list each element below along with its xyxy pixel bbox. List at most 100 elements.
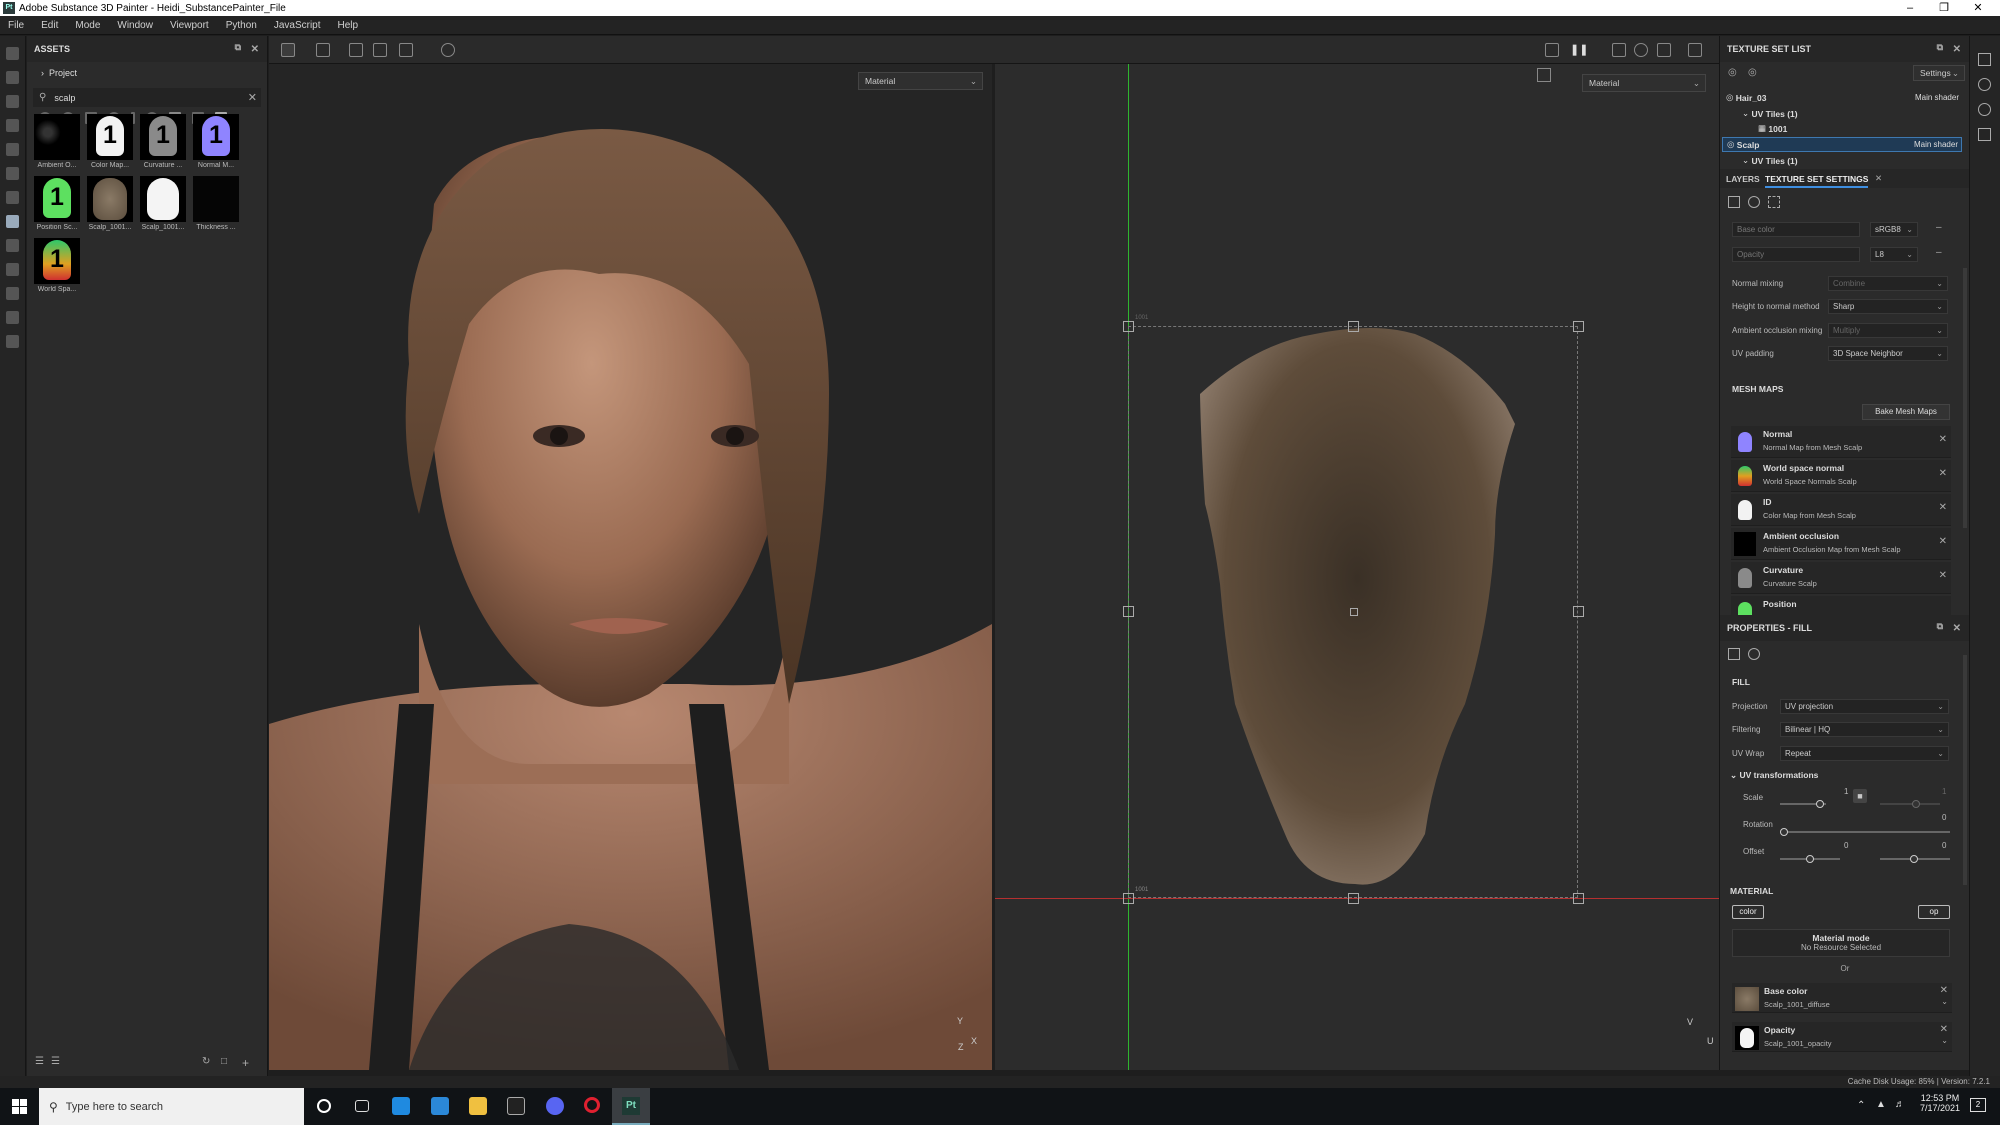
uv-wrap-select[interactable]: Repeat ⌄ xyxy=(1780,746,1949,761)
lock-icon[interactable]: ■ xyxy=(1853,789,1867,803)
folder-icon[interactable]: □ xyxy=(221,1056,227,1067)
clone-icon[interactable] xyxy=(6,167,19,180)
uv-transformations-toggle[interactable]: ⌄ UV transformations xyxy=(1730,770,1818,781)
opacity-channel-toggle[interactable]: op xyxy=(1918,905,1950,919)
mail-icon[interactable] xyxy=(431,1097,449,1115)
menu-viewport[interactable]: Viewport xyxy=(170,20,209,31)
channel-base-color[interactable]: Base color xyxy=(1732,222,1860,237)
channel-format-select[interactable]: sRGB8 ⌄ xyxy=(1870,222,1918,237)
history-icon[interactable] xyxy=(1978,103,1991,116)
eye-icon[interactable]: ◎ xyxy=(1726,92,1736,103)
asset-ambient-occlusion[interactable]: Ambient O... xyxy=(34,114,80,174)
list-view-icon[interactable]: ☰ xyxy=(35,1056,44,1067)
symmetry-x-icon[interactable] xyxy=(349,43,363,57)
material-base-color[interactable]: Base color Scalp_1001_diffuse ✕ ⌄ xyxy=(1732,983,1952,1013)
tab-texture-set-settings[interactable]: TEXTURE SET SETTINGS xyxy=(1765,174,1869,188)
volume-icon[interactable]: ♬ xyxy=(1895,1099,1905,1110)
clock[interactable]: 12:53 PM 7/17/2021 xyxy=(1914,1093,1966,1113)
gizmo-handle-bc[interactable] xyxy=(1348,893,1359,904)
clear-search-icon[interactable]: ✕ xyxy=(248,91,257,104)
fill-settings-icon[interactable] xyxy=(1728,648,1740,660)
single-view-icon[interactable] xyxy=(281,43,295,57)
chevron-down-icon[interactable]: ⌄ xyxy=(1941,1036,1948,1045)
paint-brush-icon[interactable] xyxy=(6,47,19,60)
close-window-button[interactable]: ✕ xyxy=(1961,0,1995,16)
remove-resource-icon[interactable]: ✕ xyxy=(1940,1024,1948,1035)
refresh-icon[interactable]: ↻ xyxy=(202,1056,210,1067)
gizmo-handle-tc[interactable] xyxy=(1348,321,1359,332)
notification-icon[interactable]: 2 xyxy=(1970,1098,1986,1112)
pycharm-icon[interactable] xyxy=(507,1097,525,1115)
ao-mixing-select[interactable]: Multiply ⌄ xyxy=(1828,323,1948,338)
asset-color-map[interactable]: 1 Color Map... xyxy=(87,114,133,174)
menu-javascript[interactable]: JavaScript xyxy=(274,20,321,31)
texture-set-hair[interactable]: ◎ Hair_03 Main shader xyxy=(1726,90,1962,105)
mesh-map-id[interactable]: ID Color Map from Mesh Scalp ✕ xyxy=(1731,494,1951,526)
viewport-2d-material-select[interactable]: Material ⌄ xyxy=(1582,74,1706,92)
mesh-map-curvature[interactable]: Curvature Curvature Scalp ✕ xyxy=(1731,562,1951,594)
symmetry-y-icon[interactable] xyxy=(373,43,387,57)
offset-slider-2[interactable] xyxy=(1880,855,1950,863)
gizmo-handle-center[interactable] xyxy=(1350,608,1358,616)
asset-curvature[interactable]: 1 Curvature ... xyxy=(140,114,186,174)
texture-set-scalp[interactable]: ◎ Scalp Main shader xyxy=(1722,137,1962,152)
projection-icon[interactable] xyxy=(6,95,19,108)
normal-map-icon[interactable] xyxy=(1748,196,1760,208)
geometry-mask-icon[interactable] xyxy=(6,119,19,132)
mesh-map-position[interactable]: Position xyxy=(1731,596,1951,615)
shelf-icon[interactable] xyxy=(6,239,19,252)
height-to-normal-select[interactable]: Sharp ⌄ xyxy=(1828,299,1948,314)
camera-icon[interactable] xyxy=(1657,43,1671,57)
close-panel-icon[interactable]: ✕ xyxy=(251,44,259,55)
menu-mode[interactable]: Mode xyxy=(75,20,100,31)
log-icon[interactable] xyxy=(6,335,19,348)
gizmo-handle-ml[interactable] xyxy=(1123,606,1134,617)
gizmo-handle-tr[interactable] xyxy=(1573,321,1584,332)
material-icon[interactable] xyxy=(1748,648,1760,660)
scrollbar[interactable] xyxy=(1963,268,1967,528)
tab-layers[interactable]: LAYERS xyxy=(1726,174,1760,184)
remove-map-icon[interactable]: ✕ xyxy=(1939,468,1947,479)
uv-tiles-node[interactable]: ⌄ UV Tiles (1) xyxy=(1742,153,1798,168)
uv-settings-icon[interactable] xyxy=(1768,196,1780,208)
shader-label[interactable]: Main shader xyxy=(1914,140,1958,149)
shader-settings-icon[interactable] xyxy=(6,287,19,300)
render-icon[interactable] xyxy=(1634,43,1648,57)
mesh-map-world-space-normal[interactable]: World space normal World Space Normals S… xyxy=(1731,460,1951,492)
uv-tile-row[interactable]: ▦ 1001 xyxy=(1758,121,1787,136)
slider-knob[interactable] xyxy=(1910,855,1918,863)
mesh-map-ambient-occlusion[interactable]: Ambient occlusion Ambient Occlusion Map … xyxy=(1731,528,1951,560)
close-panel-icon[interactable]: ✕ xyxy=(1953,623,1961,634)
smudge-icon[interactable] xyxy=(6,143,19,156)
asset-thickness[interactable]: Thickness ... xyxy=(193,176,239,236)
material-opacity[interactable]: Opacity Scalp_1001_opacity ✕ ⌄ xyxy=(1732,1022,1952,1052)
minimize-button[interactable]: – xyxy=(1893,0,1927,16)
history-icon[interactable] xyxy=(441,43,455,57)
substance-painter-taskbar-button[interactable]: Pt xyxy=(612,1088,650,1125)
tsl-settings-button[interactable]: Settings ⌄ xyxy=(1913,65,1965,81)
texture-set-icon[interactable] xyxy=(1978,53,1991,66)
popout-icon[interactable]: ⧉ xyxy=(1937,621,1943,632)
remove-map-icon[interactable]: ✕ xyxy=(1939,536,1947,547)
screenshot-icon[interactable] xyxy=(1688,43,1702,57)
hide-icon[interactable] xyxy=(1545,43,1559,57)
bake-mesh-maps-button[interactable]: Bake Mesh Maps xyxy=(1862,404,1950,420)
remove-resource-icon[interactable]: ✕ xyxy=(1940,985,1948,996)
frame-icon[interactable] xyxy=(399,43,413,57)
normal-mixing-select[interactable]: Combine ⌄ xyxy=(1828,276,1948,291)
uv-tiles-node[interactable]: ⌄ UV Tiles (1) xyxy=(1742,106,1798,121)
visibility-icon[interactable]: ◎ xyxy=(1728,67,1737,78)
eye-icon[interactable]: ◎ xyxy=(1748,67,1757,78)
assets-panel-icon[interactable] xyxy=(6,215,19,228)
uv-padding-select[interactable]: 3D Space Neighbor ⌄ xyxy=(1828,346,1948,361)
remove-map-icon[interactable]: ✕ xyxy=(1939,502,1947,513)
remove-map-icon[interactable]: ✕ xyxy=(1939,570,1947,581)
opera-icon[interactable] xyxy=(584,1097,600,1113)
asset-normal-map[interactable]: 1 Normal M... xyxy=(193,114,239,174)
menu-edit[interactable]: Edit xyxy=(41,20,58,31)
gizmo-handle-br[interactable] xyxy=(1573,893,1584,904)
restore-button[interactable]: ❐ xyxy=(1927,0,1961,16)
gizmo-handle-bl[interactable] xyxy=(1123,893,1134,904)
windows-start-icon[interactable] xyxy=(12,1099,27,1114)
popout-icon[interactable]: ⧉ xyxy=(1937,42,1943,53)
